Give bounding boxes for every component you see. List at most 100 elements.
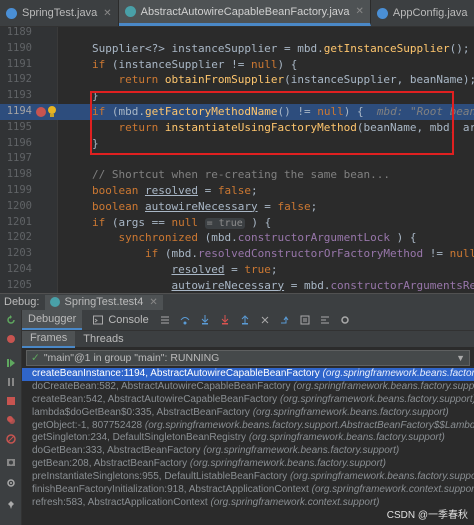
watermark: CSDN @一季春秋 [386,510,468,521]
tab-console[interactable]: Console [82,310,154,330]
annotation-highlight-box [90,91,454,155]
frame-package: (org.springframework.beans.factory.suppo… [203,445,400,457]
step-out-icon[interactable] [240,315,250,325]
frame-package: (org.springframework.beans.factory.suppo… [144,419,474,431]
frame-row[interactable]: createBeanInstance:1194, AbstractAutowir… [22,368,474,381]
debugger-toolbar: Debugger Console [0,310,474,330]
code-line[interactable]: 1204 resolved = true; [0,262,474,278]
drop-frame-icon[interactable] [260,315,270,325]
close-icon[interactable]: ✕ [356,6,364,17]
frame-row[interactable]: getObject:-1, 807752428 (org.springframe… [22,420,474,433]
get-thread-dump-icon[interactable] [6,457,16,467]
frame-method: doGetBean:333, AbstractBeanFactory [32,445,204,457]
frame-row[interactable]: doGetBean:333, AbstractBeanFactory (org.… [22,445,474,458]
frame-package: (org.springframework.beans.factory.suppo… [289,471,474,483]
code-line[interactable]: 1198 // Shortcut when re-creating the sam… [0,167,474,183]
evaluate-expression-icon[interactable] [300,315,310,325]
close-icon[interactable]: ✕ [103,8,111,19]
class-icon [6,7,17,19]
stop-icon[interactable] [6,396,16,406]
line-number: 1198 [6,168,32,181]
run-config-tab[interactable]: SpringTest.test4 ✕ [45,294,163,310]
line-number: 1197 [6,152,32,165]
class-icon [376,7,388,19]
code-line[interactable]: 1189 [0,27,474,41]
tab-threads[interactable]: Threads [75,331,131,348]
close-icon[interactable]: ✕ [149,297,157,308]
code-line[interactable]: 1203 if (mbd.resolvedConstructorOrFactor… [0,246,474,262]
frame-method: finishBeanFactoryInitialization:918, Abs… [32,484,312,496]
code-line[interactable]: 1192 return obtainFromSupplier(instanceS… [0,72,474,88]
line-number: 1196 [6,136,32,149]
run-to-cursor-icon[interactable] [280,315,290,325]
line-number: 1192 [6,73,32,86]
code-line[interactable]: 1201 if (args == null = true ) { [0,215,474,231]
code-editor[interactable]: 1189 1190 Supplier<?> instanceSupplier = m… [0,27,474,293]
mute-breakpoints-icon[interactable] [6,434,16,444]
debug-tool-window-header: Debug: SpringTest.test4 ✕ [0,293,474,310]
frame-package: (org.springframework.beans.factory.suppo… [279,393,474,405]
frame-row[interactable]: finishBeanFactoryInitialization:918, Abs… [22,484,474,497]
frame-package: (org.springframework.context.support) [210,496,380,508]
check-icon: ✓ [31,352,40,364]
step-over-icon[interactable] [180,315,190,325]
settings-icon[interactable] [6,478,16,488]
thread-selector[interactable]: ✓ "main"@1 in group "main": RUNNING ▼ [26,350,470,366]
frame-row[interactable]: getBean:208, AbstractBeanFactory (org.sp… [22,458,474,471]
line-number: 1191 [6,57,32,70]
code-line[interactable]: 1200 boolean autowireNecessary = false; [0,199,474,215]
frame-row[interactable]: lambda$doGetBean$0:335, AbstractBeanFact… [22,407,474,420]
tab-springtest[interactable]: SpringTest.java ✕ [0,0,119,26]
code-text: if (args == null = true ) { [92,215,272,229]
code-line[interactable]: 1202 synchronized (mbd.constructorArgume… [0,230,474,246]
code-text: if (mbd.resolvedConstructorOrFactoryMeth… [144,247,474,261]
settings-icon[interactable] [340,315,350,325]
menu-icon[interactable] [160,315,170,325]
tab-abstractautowirecapablebeanfactory[interactable]: AbstractAutowireCapableBeanFactory.java … [118,0,371,26]
force-step-into-icon[interactable] [220,315,230,325]
line-number: 1205 [6,278,32,291]
tab-debugger[interactable]: Debugger [22,310,83,330]
frames-list[interactable]: createBeanInstance:1194, AbstractAutowir… [22,368,474,525]
frame-row[interactable]: preInstantiateSingletons:955, DefaultLis… [22,471,474,484]
line-number: 1203 [6,247,32,260]
line-number: 1194 [6,105,32,117]
line-number: 1190 [6,41,32,54]
tab-frames[interactable]: Frames [22,330,76,348]
code-line[interactable]: 1191 if (instanceSupplier != null) { [0,57,474,73]
tab-appconfig[interactable]: AppConfig.java [371,0,474,26]
frame-row[interactable]: getSingleton:234, DefaultSingletonBeanRe… [22,432,474,445]
tab-console-label: Console [108,314,149,326]
code-text: return obtainFromSupplier(instanceSuppli… [118,73,474,87]
code-text: synchronized (mbd.constructorArgumentLoc… [118,231,417,245]
frame-package: (org.springframework.beans.factory.suppo… [248,432,445,444]
pin-icon[interactable] [6,500,16,510]
frame-method: lambda$doGetBean$0:335, AbstractBeanFact… [32,406,253,418]
tab-label: AbstractAutowireCapableBeanFactory.java [140,5,350,18]
resume-icon[interactable] [6,358,16,368]
frame-method: refresh:583, AbstractApplicationContext [32,496,211,508]
modify-run-config-icon[interactable] [6,334,16,344]
breakpoint-icon[interactable] [36,107,46,117]
rerun-icon[interactable] [6,315,16,325]
run-config-icon [50,297,61,307]
intention-bulb-icon[interactable] [48,106,56,117]
code-line[interactable]: 1199 boolean resolved = false; [0,183,474,199]
code-line[interactable]: 1205 autowireNecessary = mbd.constructor… [0,278,474,293]
code-line[interactable]: 1190 Supplier<?> instanceSupplier = mbd.g… [0,41,474,57]
line-number: 1189 [6,27,32,38]
frame-method: getBean:208, AbstractBeanFactory [32,458,190,470]
line-number: 1202 [6,231,32,244]
frame-method: preInstantiateSingletons:955, DefaultLis… [32,471,290,483]
trace-icon[interactable] [320,315,330,325]
editor-tab-bar: SpringTest.java ✕ AbstractAutowireCapabl… [0,0,474,27]
view-breakpoints-icon[interactable] [6,415,16,425]
step-into-icon[interactable] [200,315,210,325]
tab-frames-label: Frames [30,332,68,344]
pause-icon[interactable] [6,377,16,387]
frame-method: doCreateBean:582, AbstractAutowireCapabl… [32,380,294,392]
frame-row[interactable]: createBean:542, AbstractAutowireCapableB… [22,394,474,407]
frame-row[interactable]: doCreateBean:582, AbstractAutowireCapabl… [22,381,474,394]
tab-threads-label: Threads [83,333,124,345]
line-number: 1193 [6,89,32,102]
